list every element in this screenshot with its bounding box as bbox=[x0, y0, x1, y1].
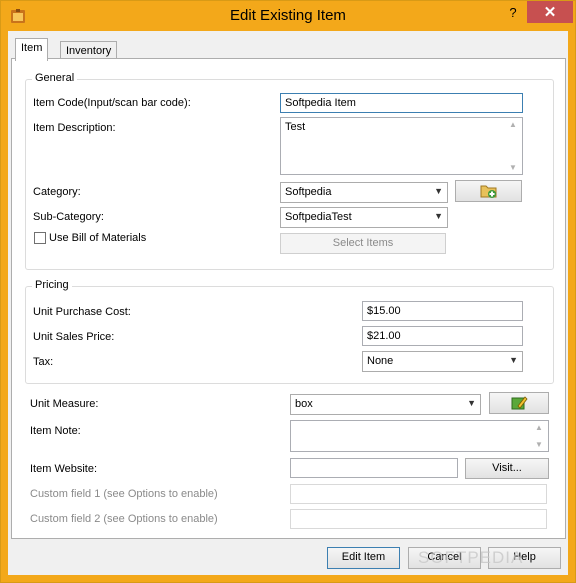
category-value: Softpedia bbox=[285, 186, 332, 198]
visit-button[interactable]: Visit... bbox=[465, 458, 549, 479]
custom-field-2-label: Custom field 2 (see Options to enable) bbox=[30, 513, 218, 525]
close-button[interactable]: ✕ bbox=[527, 1, 573, 23]
title-bar[interactable]: Edit Existing Item ? ✕ bbox=[1, 1, 575, 31]
scroll-up-icon[interactable]: ▲ bbox=[509, 120, 517, 129]
scroll-up-icon[interactable]: ▲ bbox=[535, 423, 543, 432]
tax-label: Tax: bbox=[33, 356, 54, 368]
pricing-group: Pricing Unit Purchase Cost: $15.00 Unit … bbox=[25, 279, 554, 384]
chevron-down-icon: ▼ bbox=[509, 355, 518, 365]
window-title: Edit Existing Item bbox=[230, 7, 346, 24]
edit-pencil-icon bbox=[511, 396, 528, 410]
chevron-down-icon: ▼ bbox=[467, 398, 476, 408]
watermark: SOFTPEDIA bbox=[418, 548, 524, 567]
unit-purchase-cost-input[interactable]: $15.00 bbox=[362, 301, 523, 321]
item-description-label: Item Description: bbox=[33, 122, 116, 134]
tax-value: None bbox=[367, 355, 394, 367]
item-note-label: Item Note: bbox=[30, 425, 81, 437]
edit-item-window: Edit Existing Item ? ✕ Item Inventory Ge… bbox=[0, 0, 576, 583]
custom-field-1-label: Custom field 1 (see Options to enable) bbox=[30, 488, 218, 500]
custom-field-1-input bbox=[290, 484, 547, 504]
help-title-button[interactable]: ? bbox=[499, 1, 527, 23]
pricing-legend: Pricing bbox=[32, 279, 72, 291]
bill-of-materials-label[interactable]: Use Bill of Materials bbox=[49, 232, 146, 244]
description-scrollbar[interactable]: ▲ ▼ bbox=[506, 118, 522, 174]
tab-panel-item: General Item Code(Input/scan bar code): … bbox=[11, 58, 566, 539]
scroll-down-icon[interactable]: ▼ bbox=[509, 163, 517, 172]
subcategory-select[interactable]: SoftpediaTest ▼ bbox=[280, 207, 448, 228]
item-code-input[interactable]: Softpedia Item bbox=[280, 93, 523, 113]
select-items-button[interactable]: Select Items bbox=[280, 233, 446, 254]
general-group: General Item Code(Input/scan bar code): … bbox=[25, 72, 554, 270]
item-website-label: Item Website: bbox=[30, 463, 98, 475]
chevron-down-icon: ▼ bbox=[434, 186, 443, 196]
unit-purchase-cost-label: Unit Purchase Cost: bbox=[33, 306, 131, 318]
edit-item-button[interactable]: Edit Item bbox=[327, 547, 400, 569]
folder-add-icon bbox=[480, 185, 496, 198]
tab-item[interactable]: Item bbox=[15, 38, 49, 61]
unit-measure-select[interactable]: box ▼ bbox=[290, 394, 481, 415]
category-select[interactable]: Softpedia ▼ bbox=[280, 182, 448, 203]
bill-of-materials-checkbox[interactable] bbox=[34, 232, 46, 244]
item-note-textarea[interactable]: ▲ ▼ bbox=[290, 420, 549, 452]
tax-select[interactable]: None ▼ bbox=[362, 351, 523, 372]
subcategory-value: SoftpediaTest bbox=[285, 211, 352, 223]
unit-sales-price-label: Unit Sales Price: bbox=[33, 331, 115, 343]
unit-sales-price-input[interactable]: $21.00 bbox=[362, 326, 523, 346]
item-description-textarea[interactable]: Test ▲ ▼ bbox=[280, 117, 523, 175]
category-label: Category: bbox=[33, 186, 81, 198]
unit-measure-edit-button[interactable] bbox=[489, 392, 549, 414]
dialog-client: Item Inventory General Item Code(Input/s… bbox=[8, 31, 568, 575]
item-code-label: Item Code(Input/scan bar code): bbox=[33, 97, 191, 109]
note-scrollbar[interactable]: ▲ ▼ bbox=[532, 421, 548, 451]
category-folder-button[interactable] bbox=[455, 180, 522, 202]
unit-measure-value: box bbox=[295, 398, 313, 410]
custom-field-2-input bbox=[290, 509, 547, 529]
item-description-text: Test bbox=[285, 121, 306, 133]
general-legend: General bbox=[32, 72, 78, 84]
subcategory-label: Sub-Category: bbox=[33, 211, 104, 223]
chevron-down-icon: ▼ bbox=[434, 211, 443, 221]
scroll-down-icon[interactable]: ▼ bbox=[535, 440, 543, 449]
item-website-input[interactable] bbox=[290, 458, 458, 478]
unit-measure-label: Unit Measure: bbox=[30, 398, 99, 410]
